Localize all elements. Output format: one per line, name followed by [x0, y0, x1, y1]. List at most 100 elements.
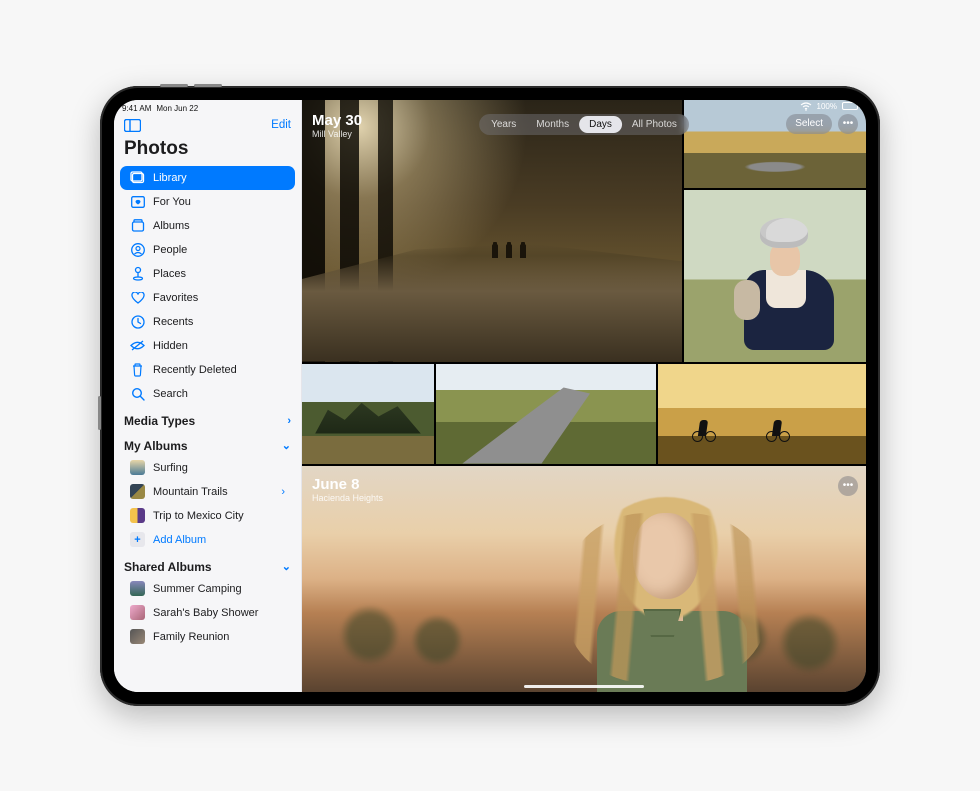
library-icon	[130, 170, 145, 185]
segment-days[interactable]: Days	[579, 116, 622, 133]
shared-family-reunion[interactable]: Family Reunion	[120, 625, 295, 649]
album-surfing[interactable]: Surfing	[120, 456, 295, 480]
section-shared-albums[interactable]: Shared Albums ⌄	[114, 552, 301, 577]
section-label: Shared Albums	[124, 560, 212, 574]
home-indicator[interactable]	[524, 685, 644, 688]
ellipsis-icon: •••	[843, 480, 854, 491]
sidebar-item-recents[interactable]: Recents	[120, 310, 295, 334]
section-label: My Albums	[124, 439, 188, 453]
sidebar-item-places[interactable]: Places	[120, 262, 295, 286]
album-label: Sarah's Baby Shower	[153, 607, 258, 619]
sidebar: 9:41 AM Mon Jun 22 Edit Photos Library F…	[114, 100, 302, 692]
sidebar-item-library[interactable]: Library	[120, 166, 295, 190]
day1-subtitle: Mill Valley	[312, 129, 362, 139]
photo-hero-day1[interactable]: May 30 Mill Valley	[302, 100, 682, 362]
edit-button[interactable]: Edit	[271, 119, 291, 131]
content-area: 100% Years Months Days All Photos Select…	[302, 100, 866, 692]
album-mountain-trails[interactable]: Mountain Trails ›	[120, 480, 295, 504]
album-thumb-icon	[130, 508, 145, 523]
segment-all-photos[interactable]: All Photos	[622, 116, 687, 133]
sidebar-item-label: Favorites	[153, 292, 198, 304]
section-my-albums[interactable]: My Albums ⌄	[114, 431, 301, 456]
chevron-down-icon: ⌄	[282, 439, 291, 452]
sidebar-item-foryou[interactable]: For You	[120, 190, 295, 214]
plus-icon: +	[130, 532, 145, 547]
wifi-icon	[800, 102, 812, 111]
album-label: Trip to Mexico City	[153, 510, 244, 522]
photo-thumb-mountains[interactable]	[302, 364, 434, 464]
photo-thumb-curve[interactable]	[436, 364, 656, 464]
album-thumb-icon	[130, 484, 145, 499]
select-button[interactable]: Select	[786, 114, 832, 134]
page-title: Photos	[114, 138, 301, 166]
foryou-icon	[130, 194, 145, 209]
sidebar-item-label: Library	[153, 172, 187, 184]
album-thumb-icon	[130, 605, 145, 620]
segment-years[interactable]: Years	[481, 116, 526, 133]
day2-title: June 8	[312, 476, 383, 493]
screen: 9:41 AM Mon Jun 22 Edit Photos Library F…	[114, 100, 866, 692]
album-label: Mountain Trails	[153, 486, 228, 498]
clock-icon	[130, 314, 145, 329]
top-actions: Select •••	[786, 114, 858, 134]
album-thumb-icon	[130, 629, 145, 644]
sidebar-item-label: Places	[153, 268, 186, 280]
power-button[interactable]	[98, 396, 101, 430]
add-album-button[interactable]: + Add Album	[120, 528, 295, 552]
shared-summer-camping[interactable]: Summer Camping	[120, 577, 295, 601]
album-mexico-city[interactable]: Trip to Mexico City	[120, 504, 295, 528]
day2-more-button[interactable]: •••	[838, 476, 858, 496]
section-media-types[interactable]: Media Types ›	[114, 406, 301, 431]
section-label: Media Types	[124, 414, 195, 428]
volume-down-button[interactable]	[194, 84, 222, 87]
sidebar-item-hidden[interactable]: Hidden	[120, 334, 295, 358]
album-label: Surfing	[153, 462, 188, 474]
day1-title: May 30	[312, 112, 362, 129]
sidebar-item-label: Albums	[153, 220, 190, 232]
album-label: Summer Camping	[153, 583, 242, 595]
sidebar-toggle-icon[interactable]	[124, 119, 141, 132]
people-icon	[130, 242, 145, 257]
status-bar-left: 9:41 AM Mon Jun 22	[114, 103, 301, 117]
sidebar-item-albums[interactable]: Albums	[120, 214, 295, 238]
album-thumb-icon	[130, 460, 145, 475]
sidebar-item-label: Recents	[153, 316, 193, 328]
ellipsis-icon: •••	[843, 118, 854, 129]
shared-baby-shower[interactable]: Sarah's Baby Shower	[120, 601, 295, 625]
search-icon	[130, 386, 145, 401]
more-button[interactable]: •••	[838, 114, 858, 134]
sidebar-item-search[interactable]: Search	[120, 382, 295, 406]
album-thumb-icon	[130, 581, 145, 596]
sidebar-item-favorites[interactable]: Favorites	[120, 286, 295, 310]
sidebar-item-label: Hidden	[153, 340, 188, 352]
day2-subtitle: Hacienda Heights	[312, 493, 383, 503]
sidebar-item-label: For You	[153, 196, 191, 208]
chevron-right-icon: ›	[281, 486, 285, 498]
hidden-icon	[130, 338, 145, 353]
volume-up-button[interactable]	[160, 84, 188, 87]
sidebar-item-label: Recently Deleted	[153, 364, 237, 376]
chevron-right-icon: ›	[287, 415, 291, 427]
trash-icon	[130, 362, 145, 377]
ipad-frame: 9:41 AM Mon Jun 22 Edit Photos Library F…	[100, 86, 880, 706]
status-bar-right: 100%	[800, 102, 858, 111]
photo-grid: May 30 Mill Valley	[302, 100, 866, 692]
photo-thumb-sunset-riders[interactable]	[658, 364, 866, 464]
chevron-down-icon: ⌄	[282, 560, 291, 573]
battery-icon	[842, 102, 858, 110]
add-album-label: Add Album	[153, 534, 206, 546]
sidebar-item-recently-deleted[interactable]: Recently Deleted	[120, 358, 295, 382]
sidebar-item-label: People	[153, 244, 187, 256]
view-segmented-control: Years Months Days All Photos	[479, 114, 689, 135]
album-label: Family Reunion	[153, 631, 229, 643]
heart-icon	[130, 290, 145, 305]
status-date: Mon Jun 22	[156, 104, 198, 113]
photo-hero-day2[interactable]: June 8 Hacienda Heights •••	[302, 466, 866, 692]
sidebar-item-label: Search	[153, 388, 188, 400]
status-time: 9:41 AM	[122, 104, 151, 113]
places-icon	[130, 266, 145, 281]
segment-months[interactable]: Months	[526, 116, 579, 133]
albums-icon	[130, 218, 145, 233]
photo-thumb-cyclist[interactable]	[684, 190, 866, 362]
sidebar-item-people[interactable]: People	[120, 238, 295, 262]
